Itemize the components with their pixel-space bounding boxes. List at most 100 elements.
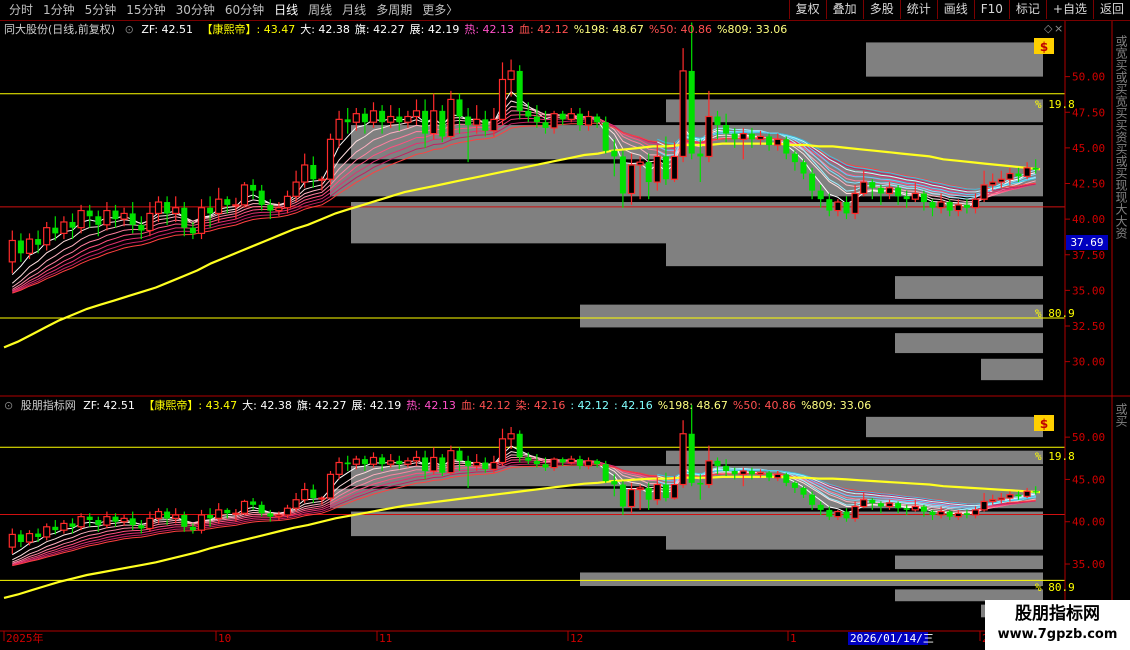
bottom-hline-label-2: % 80.9 [1035, 581, 1075, 594]
price-tick: 37.50 [1072, 249, 1105, 262]
candle [326, 470, 335, 502]
period-tab-9[interactable]: 多周期 [371, 2, 417, 18]
action-buttons: 复权 叠加 多股 统计 画线 F10 标记 +自选 返回 [788, 0, 1130, 19]
support-box [981, 358, 1043, 381]
price-tick: 40.00 [1072, 516, 1105, 529]
date-label: 1 [790, 632, 797, 645]
period-tab-8[interactable]: 月线 [337, 2, 371, 18]
dropdown-icon: ⊙ [4, 399, 13, 412]
bottom-zf: ZF: 42.51 [83, 399, 135, 412]
legend-item: %198: 48.67 [574, 23, 644, 36]
legend-item: 热: 42.13 [406, 399, 456, 412]
action-button-5[interactable]: F10 [973, 0, 1009, 19]
legend-item: 展: 42.19 [410, 23, 460, 36]
legend-item: 热: 42.13 [464, 23, 514, 36]
watermark: 股朋指标网 www.7gpzb.com [985, 600, 1130, 650]
support-box [580, 304, 1043, 328]
legend-item: 染: 42.16 [516, 398, 566, 412]
support-box [895, 555, 1043, 570]
period-tab-1[interactable]: 1分钟 [38, 2, 80, 18]
side-text-bottom: 或买 [1114, 403, 1128, 427]
period-tab-3[interactable]: 15分钟 [121, 2, 170, 18]
action-button-3[interactable]: 统计 [899, 0, 937, 19]
dropdown-icon: ⊙ [125, 23, 134, 36]
svg-text:$: $ [1040, 40, 1048, 54]
candle [240, 182, 249, 208]
support-box [895, 333, 1043, 354]
support-box [866, 42, 1043, 77]
support-box [666, 450, 1043, 465]
support-box [666, 99, 1043, 123]
period-tab-10[interactable]: 更多〉 [417, 2, 463, 18]
action-button-0[interactable]: 复权 [788, 0, 826, 19]
bottom-hline-label-1: % 19.8 [1035, 450, 1075, 463]
top-hline-label-2: % 80.9 [1035, 307, 1075, 320]
watermark-url: www.7gpzb.com [997, 627, 1118, 642]
legend-item: 血: 42.12 [461, 398, 511, 412]
toolbar: 分时 1分钟 5分钟 15分钟 30分钟 60分钟 日线 周线 月线 多周期 更多〉 复权 叠加 多股统… [0, 0, 1130, 21]
legend-item: 【康熙帝】: 43.47 [143, 398, 237, 412]
legend-item: 大: 42.38 [300, 22, 350, 36]
period-tab-5[interactable]: 60分钟 [220, 2, 269, 18]
cursor-date: 2026/01/14/三 [850, 632, 934, 645]
legend-item: 大: 42.38 [242, 398, 292, 412]
coin-icon[interactable]: $ [1034, 38, 1054, 54]
legend-item: %50: 40.86 [649, 23, 712, 36]
legend-item: 旗: 42.27 [355, 22, 405, 36]
price-tick: 30.00 [1072, 356, 1105, 369]
price-tick: 35.00 [1072, 558, 1105, 571]
period-tabs: 分时 1分钟 5分钟 15分钟 30分钟 60分钟 日线 周线 月线 多周期 更多〉 [4, 2, 463, 18]
price-tick: 50.00 [1072, 71, 1105, 84]
action-button-7[interactable]: +自选 [1045, 0, 1093, 19]
action-button-8[interactable]: 返回 [1092, 0, 1130, 19]
support-box [866, 416, 1043, 438]
legend-item: 旗: 42.27 [297, 398, 347, 412]
price-tick: 45.00 [1072, 142, 1105, 155]
period-tab-2[interactable]: 5分钟 [80, 2, 122, 18]
period-tab-4[interactable]: 30分钟 [171, 2, 220, 18]
support-box [895, 276, 1043, 299]
date-label: 2025年 [6, 631, 44, 645]
support-box [666, 533, 1043, 550]
legend-item: 【康熙帝】: 43.47 [202, 22, 296, 36]
legend-item: 展: 42.19 [352, 399, 402, 412]
date-label: 12 [570, 632, 583, 645]
period-tab-7[interactable]: 周线 [303, 2, 337, 18]
candle [326, 133, 335, 185]
support-box [666, 239, 1043, 267]
side-text-top: 或宽买或买宽买买资买或买现现大大资 [1114, 35, 1128, 240]
price-tick: 40.00 [1072, 213, 1105, 226]
legend-item: %809: 33.06 [801, 399, 871, 412]
legend-item: %198: 48.67 [658, 399, 728, 412]
date-label: 10 [218, 632, 231, 645]
legend-item: : 42.16 [614, 399, 653, 412]
kline-chart[interactable]: 50.00 47.50 45.00 42.50 40.00 37.50 35.00 32.50… [0, 21, 1130, 650]
date-label: 11 [379, 632, 392, 645]
svg-text:$: $ [1040, 417, 1048, 431]
price-tick: 35.00 [1072, 284, 1105, 297]
action-button-1[interactable]: 叠加 [825, 0, 863, 19]
candle [240, 499, 249, 515]
diamond-icon[interactable]: ◇ [1044, 22, 1053, 35]
bottom-legend: ⊙ 股朋指标网 ZF: 42.51 【康熙帝】: 43.47 大: 42.38 旗:… [4, 398, 871, 412]
top-hline-label-1: % 19.8 [1035, 98, 1075, 111]
action-button-2[interactable]: 多股 [862, 0, 900, 19]
legend-item: : 42.12 [570, 399, 609, 412]
action-button-6[interactable]: 标记 [1008, 0, 1046, 19]
legend-item: %50: 40.86 [733, 399, 796, 412]
top-title: 同大股份(日线,前复权) [4, 22, 115, 36]
watermark-title: 股朋指标网 [1015, 604, 1100, 624]
top-zf: ZF: 42.51 [141, 23, 193, 36]
price-tick: 42.50 [1072, 178, 1105, 191]
price-tick: 50.00 [1072, 431, 1105, 444]
legend-item: %809: 33.06 [717, 23, 787, 36]
period-tab-0[interactable]: 分时 [4, 2, 38, 18]
support-box [580, 572, 1043, 587]
price-tick: 45.00 [1072, 473, 1105, 486]
close-icon[interactable]: × [1054, 22, 1063, 35]
coin-icon[interactable]: $ [1034, 415, 1054, 431]
last-price-badge: 37.69 [1070, 236, 1103, 249]
action-button-4[interactable]: 画线 [936, 0, 974, 19]
period-tab-6[interactable]: 日线 [269, 2, 303, 18]
price-tick: 32.50 [1072, 320, 1105, 333]
